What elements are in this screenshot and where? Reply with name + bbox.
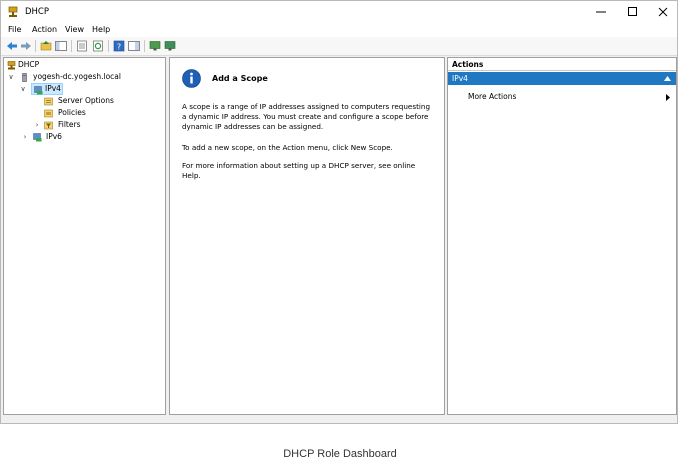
dhcp-window: DHCP File Action View Help ? DHCP ∨ yoge… xyxy=(0,0,678,424)
actions-header: Actions xyxy=(448,58,676,71)
maximize-button[interactable] xyxy=(617,1,649,23)
menu-bar: File Action View Help xyxy=(1,23,677,37)
toolbar: ? xyxy=(1,37,677,56)
chevron-right-icon[interactable]: › xyxy=(33,119,41,131)
minimize-icon xyxy=(596,11,606,13)
tree-label: Server Options xyxy=(58,96,114,105)
new-scope-instructions: To add a new scope, on the Action menu, … xyxy=(182,143,393,152)
ipv4-icon xyxy=(34,85,43,94)
back-arrow-icon[interactable] xyxy=(6,40,18,52)
chevron-right-icon[interactable] xyxy=(666,94,670,101)
minimize-button[interactable] xyxy=(585,1,617,23)
toolbar-separator xyxy=(108,40,109,52)
policies-icon xyxy=(44,109,53,118)
refresh-icon[interactable] xyxy=(92,40,104,52)
ipv6-icon xyxy=(33,133,42,142)
maximize-icon xyxy=(628,7,637,16)
tree-node-server[interactable]: ∨ yogesh-dc.yogesh.local xyxy=(6,71,161,83)
title-bar[interactable]: DHCP xyxy=(1,1,677,23)
server-icon xyxy=(22,73,27,82)
server-connect-icon[interactable] xyxy=(164,40,176,52)
action-pane-icon[interactable] xyxy=(128,40,140,52)
tree-label: Filters xyxy=(58,120,81,129)
server-options-icon xyxy=(44,97,53,106)
window-title: DHCP xyxy=(25,7,49,17)
close-button[interactable] xyxy=(647,1,677,23)
tree-label: DHCP xyxy=(18,60,40,69)
tree-node-dhcp[interactable]: DHCP xyxy=(6,59,156,71)
tree-node-ipv4[interactable]: ∨ IPv4 xyxy=(18,83,128,95)
menu-help[interactable]: Help xyxy=(92,25,110,34)
filters-icon xyxy=(44,121,53,130)
toolbar-separator xyxy=(35,40,36,52)
chevron-right-icon[interactable]: › xyxy=(21,131,29,143)
tree-node-ipv4-selected[interactable]: IPv4 xyxy=(31,83,63,95)
tree-label: Policies xyxy=(58,108,86,117)
page-title: Add a Scope xyxy=(212,74,268,83)
scope-description: A scope is a range of IP addresses assig… xyxy=(182,102,431,131)
help-icon[interactable]: ? xyxy=(113,40,125,52)
info-icon xyxy=(182,69,201,88)
tree-node-policies[interactable]: Policies xyxy=(44,107,154,119)
folder-up-icon[interactable] xyxy=(40,40,52,52)
console-tree-icon[interactable] xyxy=(55,40,67,52)
properties-icon[interactable] xyxy=(76,40,88,52)
more-actions-item[interactable]: More Actions xyxy=(468,92,516,101)
image-caption: DHCP Role Dashboard xyxy=(283,448,397,460)
tree-label: yogesh-dc.yogesh.local xyxy=(33,72,121,81)
chevron-down-icon[interactable]: ∨ xyxy=(19,83,27,95)
status-bar xyxy=(1,415,677,423)
dhcp-icon xyxy=(7,61,16,70)
actions-section-ipv4[interactable]: IPv4 xyxy=(448,72,676,85)
menu-file[interactable]: File xyxy=(8,25,21,34)
menu-view[interactable]: View xyxy=(65,25,84,34)
result-pane: Add a Scope A scope is a range of IP add… xyxy=(169,57,445,415)
toolbar-separator xyxy=(71,40,72,52)
tree-node-ipv6[interactable]: › IPv6 xyxy=(20,131,140,143)
server-monitor-icon[interactable] xyxy=(149,40,161,52)
tree-node-server-options[interactable]: Server Options xyxy=(44,95,154,107)
svg-text:?: ? xyxy=(117,43,121,52)
dhcp-server-icon xyxy=(8,6,18,17)
actions-section-label: IPv4 xyxy=(452,74,468,83)
collapse-up-icon[interactable] xyxy=(664,76,671,81)
toolbar-separator xyxy=(144,40,145,52)
tree-label: IPv4 xyxy=(45,84,61,93)
close-icon xyxy=(658,7,668,17)
forward-arrow-icon[interactable] xyxy=(20,40,32,52)
actions-pane: Actions IPv4 More Actions xyxy=(447,57,677,415)
tree-node-filters[interactable]: › Filters xyxy=(32,119,152,131)
console-tree-pane[interactable]: DHCP ∨ yogesh-dc.yogesh.local ∨ IPv4 Ser… xyxy=(3,57,166,415)
chevron-down-icon[interactable]: ∨ xyxy=(7,71,15,83)
tree-label: IPv6 xyxy=(46,132,62,141)
help-info: For more information about setting up a … xyxy=(182,161,416,180)
menu-action[interactable]: Action xyxy=(32,25,57,34)
